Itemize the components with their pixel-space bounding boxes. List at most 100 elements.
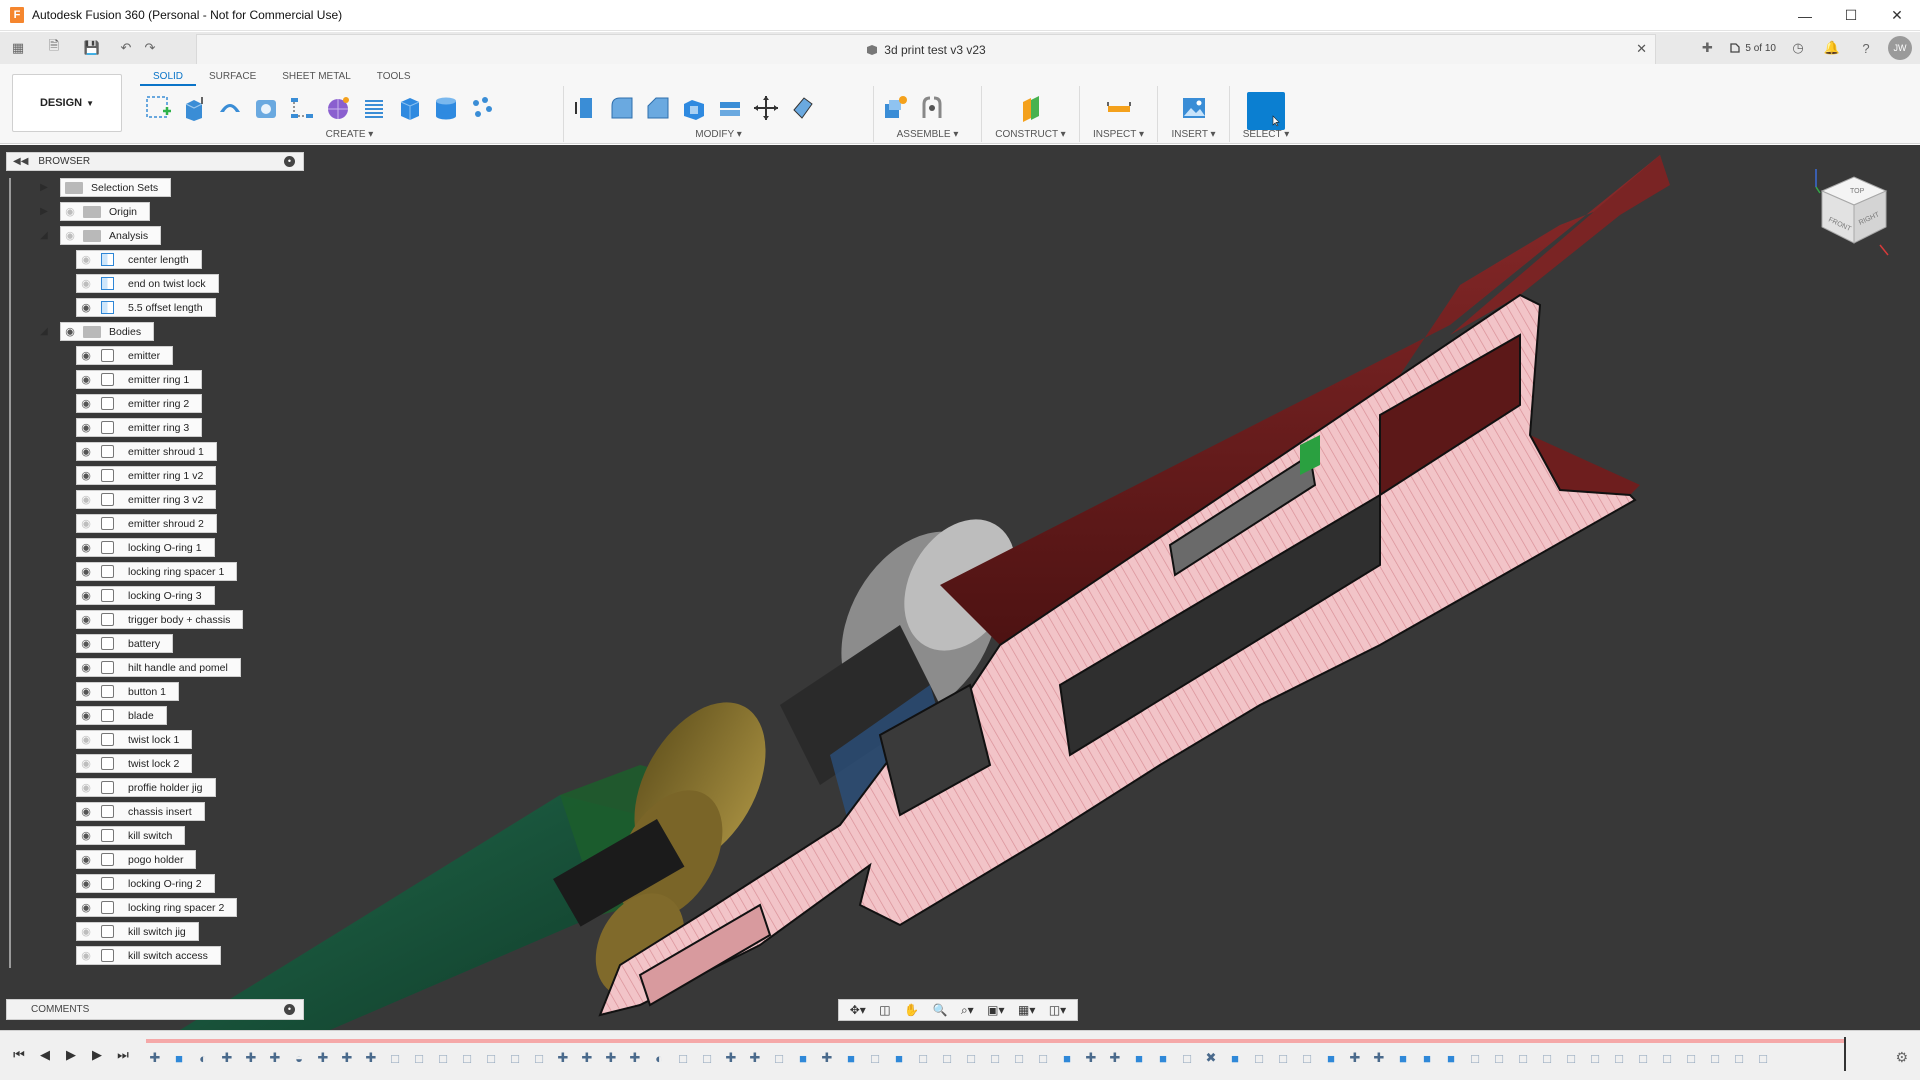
timeline-feature-icon[interactable]: □: [506, 1049, 524, 1067]
insert-image-icon[interactable]: [1176, 90, 1212, 126]
tree-analysis-item[interactable]: ◉ center length: [76, 250, 202, 269]
tree-body-item[interactable]: ◉ trigger body + chassis: [76, 610, 244, 629]
move-icon[interactable]: [748, 90, 784, 126]
eye-icon[interactable]: ◉: [77, 467, 95, 484]
viewports-icon[interactable]: ◫▾: [1049, 1003, 1066, 1017]
timeline-feature-icon[interactable]: □: [1034, 1049, 1052, 1067]
tree-folder-bodies[interactable]: ◢ ◉ Bodies: [40, 322, 155, 341]
timeline-feature-icon[interactable]: ■: [1154, 1049, 1172, 1067]
timeline-feature-icon[interactable]: ✚: [722, 1049, 740, 1067]
form-icon[interactable]: [320, 90, 356, 126]
collapse-arrow-icon[interactable]: ◢: [37, 229, 51, 243]
tree-body-item[interactable]: ◉ emitter shroud 1: [76, 442, 217, 461]
tree-body-item[interactable]: ◉ twist lock 2: [76, 754, 193, 773]
timeline-feature-icon[interactable]: ✚: [1106, 1049, 1124, 1067]
tree-body-item[interactable]: ◉ locking ring spacer 2: [76, 898, 238, 917]
tree-body-item[interactable]: ◉ proffie holder jig: [76, 778, 216, 797]
extrude-icon[interactable]: [176, 90, 212, 126]
eye-icon[interactable]: ◉: [77, 947, 95, 964]
select-tool-icon[interactable]: [1247, 92, 1285, 130]
tree-body-item[interactable]: ◉ twist lock 1: [76, 730, 193, 749]
inspect-group-label[interactable]: INSPECT ▾: [1080, 129, 1157, 140]
timeline-feature-icon[interactable]: ✖: [1202, 1049, 1220, 1067]
insert-group-label[interactable]: INSERT ▾: [1158, 129, 1229, 140]
comments-panel-header[interactable]: COMMENTS •: [6, 999, 304, 1020]
assemble-group-label[interactable]: ASSEMBLE ▾: [874, 129, 981, 140]
timeline-feature-icon[interactable]: □: [866, 1049, 884, 1067]
eye-icon[interactable]: ◉: [77, 803, 95, 820]
user-avatar[interactable]: JW: [1888, 36, 1912, 60]
tree-body-item[interactable]: ◉ hilt handle and pomel: [76, 658, 241, 677]
new-component-icon[interactable]: [878, 90, 914, 126]
eye-icon[interactable]: ◉: [61, 227, 79, 244]
tree-analysis-item[interactable]: ◉ end on twist lock: [76, 274, 219, 293]
pattern-icon[interactable]: [284, 90, 320, 126]
timeline-feature-icon[interactable]: □: [1490, 1049, 1508, 1067]
timeline-feature-icon[interactable]: ✚: [626, 1049, 644, 1067]
split-body-icon[interactable]: [784, 90, 820, 126]
revolve-icon[interactable]: [212, 90, 248, 126]
expand-arrow-icon[interactable]: ▶: [37, 205, 51, 219]
tree-body-item[interactable]: ◉ pogo holder: [76, 850, 197, 869]
tab-solid[interactable]: SOLID: [140, 68, 197, 86]
timeline-feature-icon[interactable]: □: [938, 1049, 956, 1067]
close-tab-icon[interactable]: ✕: [1636, 41, 1647, 57]
eye-icon[interactable]: ◉: [77, 443, 95, 460]
timeline-feature-icon[interactable]: □: [1634, 1049, 1652, 1067]
timeline-feature-icon[interactable]: ✚: [602, 1049, 620, 1067]
timeline-feature-icon[interactable]: ■: [170, 1049, 188, 1067]
timeline-feature-icon[interactable]: ◐: [650, 1049, 668, 1067]
go-to-start-icon[interactable]: ⏮: [10, 1047, 28, 1063]
eye-icon[interactable]: ◉: [77, 491, 95, 508]
timeline-feature-icon[interactable]: □: [986, 1049, 1004, 1067]
pan-hand-icon[interactable]: ✋: [904, 1003, 919, 1017]
add-comment-icon[interactable]: •: [284, 1004, 295, 1015]
timeline-settings-gear-icon[interactable]: ⚙: [1895, 1049, 1908, 1066]
collapse-panel-icon[interactable]: ◀◀: [13, 156, 28, 167]
eye-icon[interactable]: ◉: [61, 203, 79, 220]
eye-icon[interactable]: ◉: [61, 323, 79, 340]
tree-body-item[interactable]: ◉ locking ring spacer 1: [76, 562, 238, 581]
timeline-feature-icon[interactable]: ■: [890, 1049, 908, 1067]
tree-body-item[interactable]: ◉ button 1: [76, 682, 179, 701]
timeline-feature-icon[interactable]: □: [1466, 1049, 1484, 1067]
tree-folder-analysis[interactable]: ◢ ◉ Analysis: [40, 226, 162, 245]
expand-arrow-icon[interactable]: ▶: [37, 181, 51, 195]
eye-icon[interactable]: ◉: [77, 827, 95, 844]
timeline-feature-icon[interactable]: ✚: [146, 1049, 164, 1067]
panel-pin-icon[interactable]: •: [284, 156, 295, 167]
clock-icon[interactable]: ◷: [1786, 36, 1810, 60]
new-tab-icon[interactable]: ✚: [1695, 36, 1719, 60]
timeline-feature-icon[interactable]: □: [1682, 1049, 1700, 1067]
eye-icon[interactable]: ◉: [77, 899, 95, 916]
timeline-feature-icon[interactable]: □: [1610, 1049, 1628, 1067]
timeline-feature-icon[interactable]: □: [530, 1049, 548, 1067]
step-forward-icon[interactable]: ▶: [88, 1047, 106, 1063]
tree-folder-selection-sets[interactable]: ▶ Selection Sets: [40, 178, 172, 197]
eye-icon[interactable]: ◉: [77, 851, 95, 868]
select-group-label[interactable]: SELECT ▾: [1230, 129, 1302, 140]
timeline-feature-icon[interactable]: □: [1010, 1049, 1028, 1067]
timeline-feature-icon[interactable]: ✚: [818, 1049, 836, 1067]
collapse-arrow-icon[interactable]: ◢: [37, 325, 51, 339]
orbit-icon[interactable]: ✥▾: [850, 1003, 866, 1017]
timeline-feature-icon[interactable]: □: [410, 1049, 428, 1067]
timeline-feature-icon[interactable]: □: [434, 1049, 452, 1067]
offset-plane-icon[interactable]: [1013, 90, 1049, 126]
timeline-feature-icon[interactable]: □: [1298, 1049, 1316, 1067]
timeline-feature-icon[interactable]: ✚: [266, 1049, 284, 1067]
chamfer-icon[interactable]: [640, 90, 676, 126]
eye-icon[interactable]: ◉: [77, 707, 95, 724]
thread-icon[interactable]: [356, 90, 392, 126]
timeline-feature-icon[interactable]: □: [1562, 1049, 1580, 1067]
timeline-feature-icon[interactable]: □: [962, 1049, 980, 1067]
timeline-feature-icon[interactable]: ■: [1322, 1049, 1340, 1067]
timeline-feature-icon[interactable]: □: [1754, 1049, 1772, 1067]
tree-body-item[interactable]: ◉ emitter: [76, 346, 174, 365]
eye-icon[interactable]: ◉: [77, 875, 95, 892]
eye-icon[interactable]: ◉: [77, 347, 95, 364]
cylinder-icon[interactable]: [428, 90, 464, 126]
timeline-feature-icon[interactable]: □: [914, 1049, 932, 1067]
display-settings-icon[interactable]: ▣▾: [987, 1003, 1004, 1017]
eye-icon[interactable]: ◉: [77, 611, 95, 628]
